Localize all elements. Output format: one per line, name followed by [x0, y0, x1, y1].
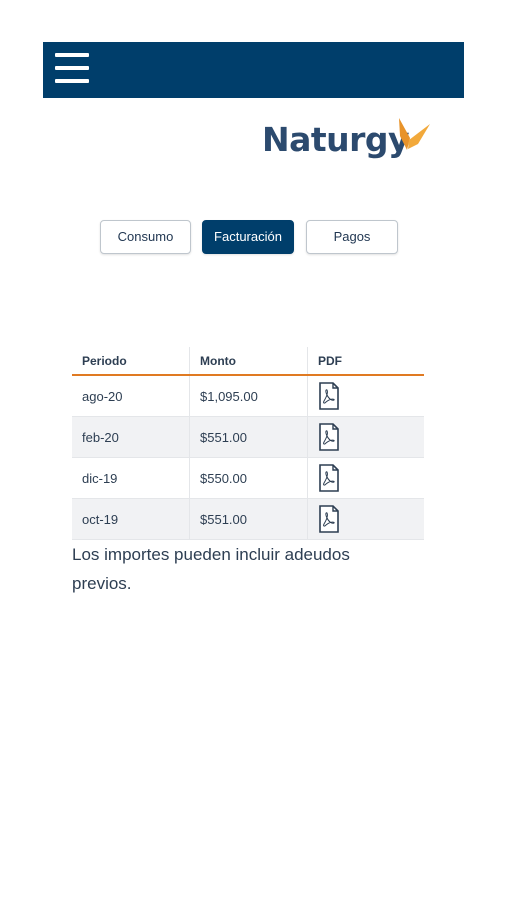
table-row: oct-19 $551.00 — [72, 498, 424, 540]
butterfly-logo-icon — [399, 118, 430, 150]
monto-cell: $551.00 — [189, 498, 308, 540]
periodo-cell: feb-20 — [72, 416, 190, 458]
pdf-cell — [307, 375, 424, 417]
naturgy-logo: Naturgy — [262, 114, 442, 164]
column-header-periodo: Periodo — [72, 347, 190, 376]
pdf-cell — [307, 457, 424, 499]
billing-table: Periodo Monto PDF ago-20 $1,095.00 feb-2… — [72, 347, 424, 540]
periodo-cell: oct-19 — [72, 498, 190, 540]
table-row: dic-19 $550.00 — [72, 457, 424, 499]
hamburger-menu-icon[interactable] — [55, 52, 89, 86]
pdf-cell — [307, 498, 424, 540]
table-row: ago-20 $1,095.00 — [72, 375, 424, 417]
tab-pagos[interactable]: Pagos — [306, 220, 398, 254]
amounts-disclaimer: Los importes pueden incluir adeudos prev… — [72, 545, 350, 593]
tab-consumo[interactable]: Consumo — [100, 220, 191, 254]
menu-icon-line — [55, 53, 89, 57]
top-navigation-bar — [43, 42, 464, 98]
pdf-cell — [307, 416, 424, 458]
pdf-icon[interactable] — [318, 505, 340, 533]
monto-cell: $551.00 — [189, 416, 308, 458]
table-header-row: Periodo Monto PDF — [72, 347, 424, 376]
periodo-cell: dic-19 — [72, 457, 190, 499]
pdf-icon[interactable] — [318, 464, 340, 492]
table-row: feb-20 $551.00 — [72, 416, 424, 458]
section-tabs: Consumo Facturación Pagos — [100, 220, 400, 254]
column-header-monto: Monto — [189, 347, 308, 376]
menu-icon-line — [55, 66, 89, 70]
menu-icon-line — [55, 79, 89, 83]
tab-facturacion[interactable]: Facturación — [202, 220, 294, 254]
monto-cell: $550.00 — [189, 457, 308, 499]
pdf-icon[interactable] — [318, 423, 340, 451]
periodo-cell: ago-20 — [72, 375, 190, 417]
pdf-icon[interactable] — [318, 382, 340, 410]
monto-cell: $1,095.00 — [189, 375, 308, 417]
logo-text: Naturgy — [262, 120, 410, 159]
column-header-pdf: PDF — [307, 347, 424, 376]
